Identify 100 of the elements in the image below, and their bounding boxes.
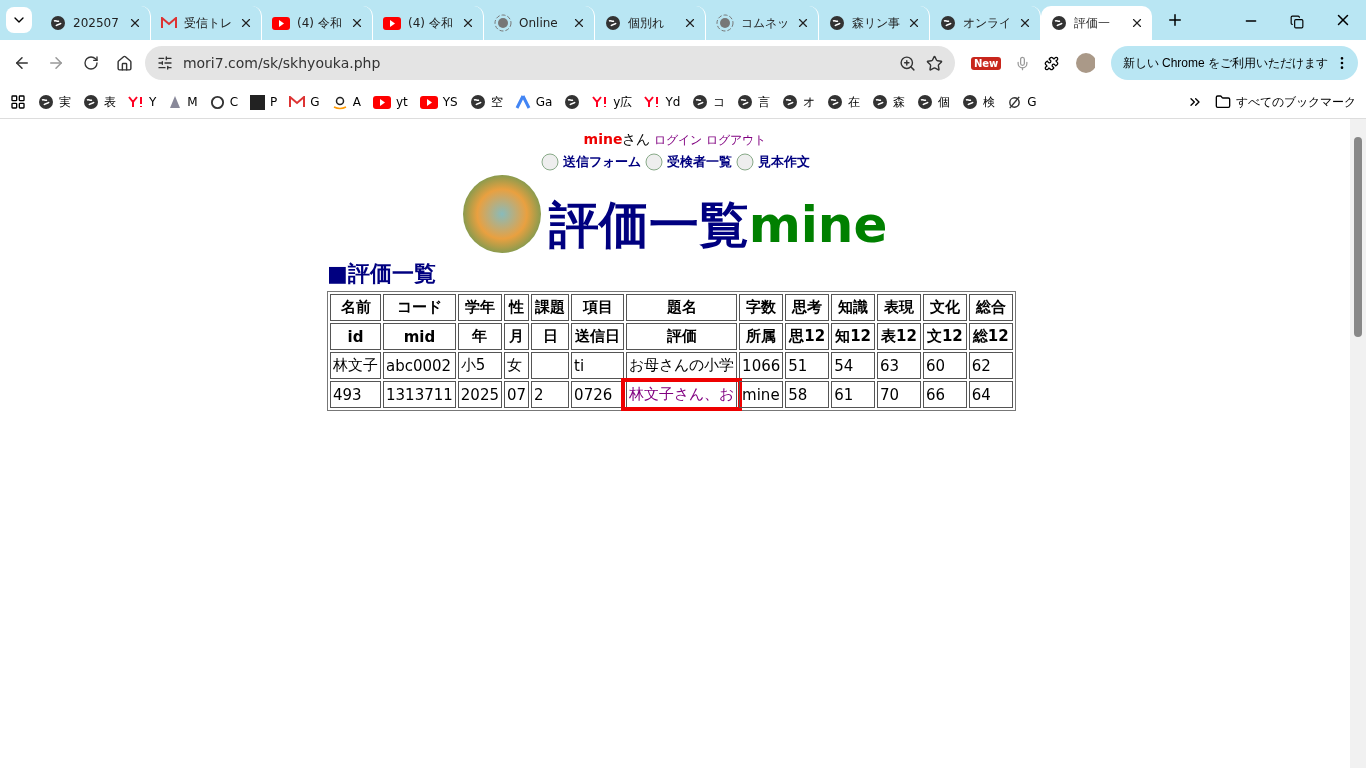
browser-tab[interactable]: 評価一 — [1041, 6, 1152, 40]
bookmark-item[interactable]: yt — [372, 95, 408, 109]
close-icon[interactable] — [907, 16, 921, 30]
site-settings-icon[interactable] — [156, 55, 173, 71]
tab-search-button[interactable] — [6, 7, 32, 33]
play-icon — [419, 95, 438, 109]
table-cell: 小5 — [457, 352, 502, 379]
tab-title: コムネッ — [741, 14, 789, 32]
update-chrome-button[interactable]: 新しい Chrome をご利用いただけます — [1110, 46, 1358, 80]
nav-link[interactable]: 送信フォーム — [562, 153, 641, 171]
column-header: mid — [383, 323, 456, 350]
star-icon[interactable] — [925, 54, 943, 72]
scrollbar[interactable] — [1350, 119, 1366, 768]
column-header: 課題 — [531, 294, 570, 321]
bookmark-item[interactable]: 言 — [737, 93, 771, 111]
bookmark-item[interactable]: G — [1007, 94, 1037, 110]
puzzle-icon[interactable] — [1044, 54, 1060, 72]
url-text: mori7.com/sk/skhyouka.php — [182, 55, 382, 71]
slashed-circle-icon — [1007, 94, 1023, 110]
close-icon[interactable] — [461, 16, 475, 30]
table-cell: 64 — [968, 381, 1013, 408]
title-link[interactable]: 林文子さん、お — [629, 385, 735, 403]
microphone-icon[interactable] — [1015, 54, 1031, 72]
column-header: 文化 — [922, 294, 967, 321]
table-cell: 60 — [922, 352, 967, 379]
bookmark-item[interactable]: M — [168, 95, 198, 109]
column-header: 項目 — [571, 294, 625, 321]
close-icon[interactable] — [239, 16, 253, 30]
play-icon — [372, 95, 391, 109]
exclamation-logo-icon — [592, 96, 609, 108]
table-cell: 2025 — [457, 381, 502, 408]
address-bar[interactable]: mori7.com/sk/skhyouka.php — [144, 46, 955, 80]
bookmark-item[interactable]: 空 — [469, 93, 503, 111]
apps-icon[interactable] — [10, 94, 26, 110]
exclamation-logo-icon — [644, 96, 661, 108]
close-icon[interactable] — [683, 16, 697, 30]
bookmark-item[interactable]: オ — [782, 93, 816, 111]
bookmark-item[interactable]: G — [289, 95, 320, 109]
close-icon[interactable] — [572, 16, 586, 30]
nav-link[interactable]: 受検者一覧 — [666, 153, 732, 171]
bookmark-item[interactable]: 森 — [872, 93, 906, 111]
home-icon[interactable] — [116, 54, 134, 72]
column-header: 性 — [504, 294, 530, 321]
table-cell: 51 — [785, 352, 830, 379]
table-cell — [531, 352, 570, 379]
table-cell: 63 — [877, 352, 921, 379]
tab-title: Online — [519, 16, 559, 30]
bookmark-item[interactable]: Ga — [514, 95, 553, 109]
giraffe-badge-icon — [735, 153, 754, 171]
reload-icon[interactable] — [82, 55, 99, 71]
bookmark-item[interactable]: A — [331, 94, 361, 110]
bookmark-item[interactable]: C — [209, 94, 239, 110]
column-header: 学年 — [457, 294, 502, 321]
bookmark-item[interactable]: 検 — [962, 93, 996, 111]
column-header: 文12 — [922, 323, 967, 350]
smile-arrow-icon — [331, 94, 348, 110]
column-header: 総合 — [968, 294, 1013, 321]
close-icon[interactable] — [796, 16, 810, 30]
table-cell: ti — [571, 352, 625, 379]
auth-link[interactable]: ログアウト — [706, 131, 767, 149]
table-cell: 女 — [504, 352, 530, 379]
tab-title: 受信トレ — [184, 14, 232, 32]
bookmark-item[interactable]: Y — [128, 95, 157, 109]
bookmark-item[interactable]: 表 — [83, 93, 116, 111]
triangle-logo-icon — [514, 95, 531, 109]
bookmark-item[interactable]: YS — [419, 95, 458, 109]
bookmark-item[interactable]: 個 — [917, 93, 951, 111]
column-header: 表現 — [877, 294, 921, 321]
column-header: 思12 — [785, 323, 830, 350]
column-header: id — [330, 323, 381, 350]
column-header: 字数 — [739, 294, 784, 321]
restore-icon[interactable] — [1290, 15, 1304, 29]
table-cell: mine — [739, 381, 784, 408]
column-header: 総12 — [968, 323, 1013, 350]
all-bookmarks-folder[interactable]: すべてのブックマーク — [1215, 93, 1356, 111]
bookmark-item[interactable]: Yd — [644, 95, 681, 109]
bookmark-item[interactable]: 在 — [827, 93, 861, 111]
giraffe-badge-icon — [644, 153, 663, 171]
table-cell: 1066 — [739, 352, 784, 379]
close-icon[interactable] — [1130, 16, 1144, 30]
new-tab-icon[interactable] — [1166, 11, 1184, 29]
table-cell: 07 — [504, 381, 530, 408]
bookmark-item[interactable]: コ — [692, 93, 726, 111]
close-icon[interactable] — [350, 16, 364, 30]
new-badge[interactable]: New — [970, 56, 1002, 70]
close-icon[interactable] — [128, 16, 142, 30]
bookmark-item[interactable]: P — [250, 94, 278, 110]
column-header: 知12 — [831, 323, 876, 350]
bookmark-item[interactable]: 実 — [38, 93, 71, 111]
column-header: 名前 — [330, 294, 381, 321]
zoom-icon[interactable] — [898, 54, 916, 72]
close-icon[interactable] — [1018, 16, 1032, 30]
table-cell: お母さんの小学 — [626, 352, 738, 379]
folder-icon — [1215, 94, 1231, 110]
nav-link[interactable]: 見本作文 — [757, 153, 810, 171]
auth-link[interactable]: ログイン — [654, 131, 703, 149]
tab-title: (4) 令和 — [297, 14, 343, 32]
bookmark-item[interactable]: y広 — [592, 93, 633, 111]
avatar-icon[interactable] — [1075, 52, 1095, 74]
column-header: 題名 — [626, 294, 738, 321]
